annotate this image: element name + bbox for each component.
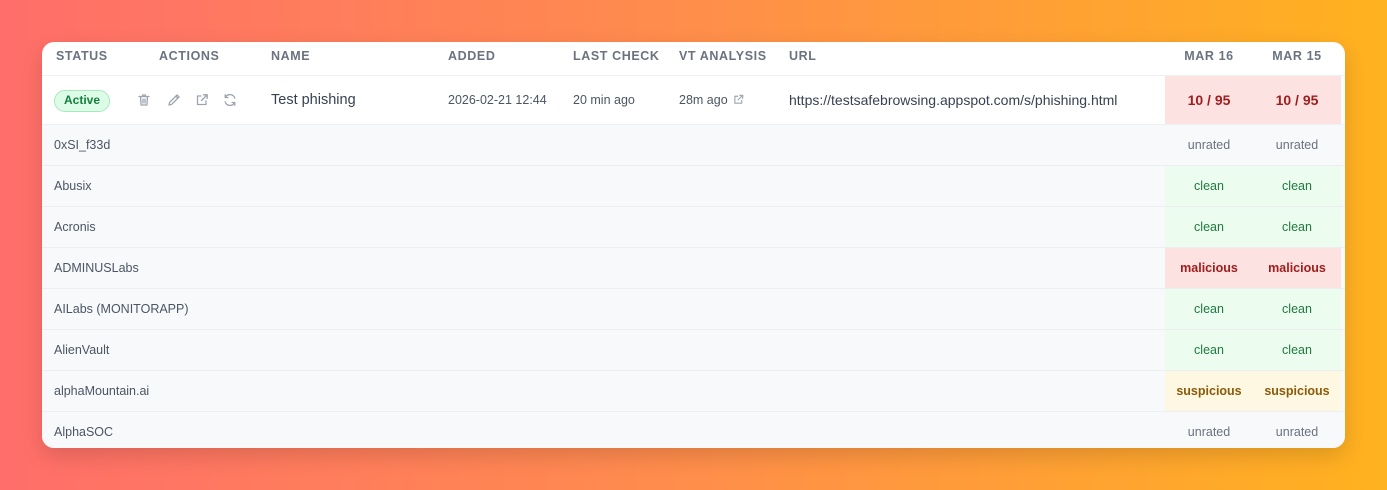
vendor-result-date-1: unrated: [1187, 425, 1231, 439]
detection-score-date-1: 10 / 95: [1165, 76, 1253, 124]
vendor-row: ADMINUSLabs malicious malicious: [42, 248, 1345, 289]
vendor-row: 0xSI_f33d unrated unrated: [42, 125, 1345, 166]
status-badge: Active: [54, 90, 111, 112]
column-header-date-2: MAR 15: [1272, 49, 1322, 63]
vendor-result-date-2: malicious: [1253, 248, 1341, 288]
vendor-result-date-1: clean: [1165, 166, 1253, 206]
vendor-name: ADMINUSLabs: [54, 261, 139, 275]
column-header-added[interactable]: ADDED: [448, 42, 495, 70]
vendor-result-date-2: unrated: [1275, 425, 1319, 439]
vt-external-link-icon[interactable]: [732, 93, 745, 106]
vendor-result-date-1: unrated: [1187, 138, 1231, 152]
vendor-name: AILabs (MONITORAPP): [54, 302, 189, 316]
column-header-status[interactable]: STATUS: [56, 42, 108, 70]
vendor-row: AlienVault clean clean: [42, 330, 1345, 371]
column-header-url[interactable]: URL: [789, 42, 817, 70]
vendor-result-date-2: clean: [1253, 207, 1341, 247]
url-entry-row[interactable]: Active Test phishing 2026-02-21 12:44 20…: [42, 76, 1345, 125]
table-header: STATUS ACTIONS NAME ADDED LAST CHECK VT …: [42, 42, 1345, 76]
entry-name: Test phishing: [271, 92, 356, 108]
vendor-name: Abusix: [54, 179, 92, 193]
refresh-icon[interactable]: [222, 92, 238, 108]
vendor-results-list: 0xSI_f33d unrated unrated Abusix clean c…: [42, 125, 1345, 448]
external-link-icon[interactable]: [194, 92, 210, 108]
entry-url[interactable]: https://testsafebrowsing.appspot.com/s/p…: [789, 76, 1117, 124]
trash-icon[interactable]: [136, 92, 152, 108]
column-header-vt-analysis[interactable]: VT ANALYSIS: [679, 42, 767, 70]
vendor-row: Acronis clean clean: [42, 207, 1345, 248]
vendor-result-date-1: malicious: [1165, 248, 1253, 288]
detection-score-date-2: 10 / 95: [1253, 76, 1341, 124]
vendor-result-date-2: suspicious: [1253, 371, 1341, 411]
vendor-result-date-1: clean: [1165, 330, 1253, 370]
entry-last-check: 20 min ago: [573, 93, 635, 107]
column-header-date-1: MAR 16: [1184, 49, 1234, 63]
vendor-result-date-1: suspicious: [1165, 371, 1253, 411]
entry-vt-analysis: 28m ago: [679, 93, 728, 107]
vendor-row: Abusix clean clean: [42, 166, 1345, 207]
vendor-result-date-2: unrated: [1275, 138, 1319, 152]
vendor-row: AILabs (MONITORAPP) clean clean: [42, 289, 1345, 330]
vendor-result-date-1: clean: [1165, 289, 1253, 329]
vendor-name: AlphaSOC: [54, 425, 114, 439]
edit-icon[interactable]: [166, 92, 182, 108]
entry-added: 2026-02-21 12:44: [448, 93, 547, 107]
vendor-result-date-2: clean: [1253, 330, 1341, 370]
column-header-actions: ACTIONS: [159, 49, 220, 63]
vendor-row: AlphaSOC unrated unrated: [42, 412, 1345, 448]
column-header-last-check[interactable]: LAST CHECK: [573, 42, 660, 70]
vendor-name: 0xSI_f33d: [54, 138, 111, 152]
column-header-name[interactable]: NAME: [271, 42, 310, 70]
vendor-result-date-2: clean: [1253, 166, 1341, 206]
vendor-name: alphaMountain.ai: [54, 384, 150, 398]
url-monitor-card: STATUS ACTIONS NAME ADDED LAST CHECK VT …: [42, 42, 1345, 448]
vendor-name: AlienVault: [54, 343, 110, 357]
vendor-result-date-2: clean: [1253, 289, 1341, 329]
vendor-name: Acronis: [54, 220, 96, 234]
vendor-result-date-1: clean: [1165, 207, 1253, 247]
vendor-row: alphaMountain.ai suspicious suspicious: [42, 371, 1345, 412]
